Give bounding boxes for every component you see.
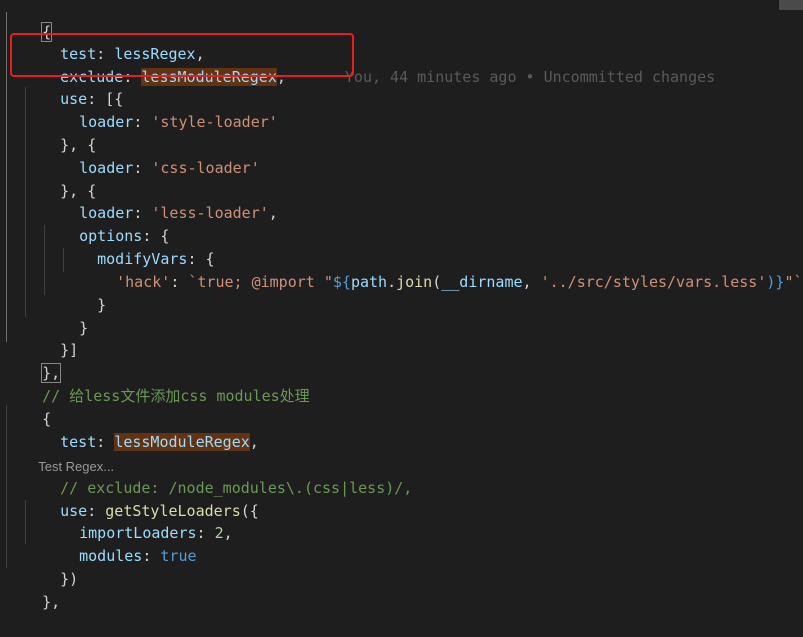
string-value: 'style-loader' xyxy=(151,113,278,131)
code-line[interactable]: loader: 'style-loader' xyxy=(43,88,278,131)
code-line[interactable]: modifyVars: { xyxy=(61,225,214,268)
string-key: 'hack' xyxy=(116,273,171,291)
bracket: } xyxy=(79,319,89,337)
property-key: modules xyxy=(79,547,143,565)
code-line[interactable]: }) xyxy=(24,545,78,588)
template-string: `true; @import " xyxy=(188,273,333,291)
code-line[interactable]: } xyxy=(43,294,88,337)
code-line[interactable]: // exclude: /node_modules\.(css|less)/, xyxy=(24,454,412,497)
code-line[interactable]: 'hack': `true; @import "${path.join(__di… xyxy=(80,248,802,291)
function-name: join xyxy=(396,273,433,291)
identifier: __dirname xyxy=(441,273,523,291)
code-line[interactable]: modules: true xyxy=(43,522,196,565)
bracket: }, xyxy=(42,593,61,611)
bracket: }) xyxy=(60,570,79,588)
code-line[interactable]: loader: 'css-loader' xyxy=(43,134,260,177)
codelens-test-regex[interactable]: Test Regex... xyxy=(24,432,114,474)
code-line[interactable]: }, xyxy=(6,568,60,611)
code-line[interactable]: }, xyxy=(6,339,62,383)
code-line[interactable]: test: lessModuleRegex, xyxy=(24,408,259,451)
code-editor[interactable]: { test: lessRegex, exclude: lessModuleRe… xyxy=(0,0,803,611)
identifier: path xyxy=(350,273,388,291)
template-interpolation: )} xyxy=(766,273,785,291)
code-line[interactable]: { xyxy=(6,385,51,428)
template-interpolation: ${ xyxy=(332,273,351,291)
code-line[interactable]: }, { xyxy=(24,157,96,200)
code-line[interactable]: importLoaders: 2, xyxy=(43,499,233,542)
code-line[interactable]: { xyxy=(6,0,53,42)
code-line[interactable]: } xyxy=(61,271,106,314)
scrollbar-thumb[interactable] xyxy=(779,0,803,10)
annotation-highlight-box xyxy=(10,33,354,77)
string-value: '../src/styles/vars.less' xyxy=(540,273,767,291)
boolean-value: true xyxy=(160,547,197,565)
string-value: 'css-loader' xyxy=(151,159,260,177)
code-line[interactable]: loader: 'less-loader', xyxy=(43,179,278,222)
code-comment: // 给less文件添加css modules处理 xyxy=(42,387,310,405)
number-value: 2 xyxy=(214,524,224,542)
code-line[interactable]: }] xyxy=(24,316,78,359)
bracket: } xyxy=(97,296,107,314)
code-line[interactable]: use: getStyleLoaders({ xyxy=(24,477,259,520)
code-line[interactable]: }, { xyxy=(24,111,96,154)
highlighted-identifier: lessModuleRegex xyxy=(114,433,250,451)
template-string: "` xyxy=(784,273,803,291)
bracket: }] xyxy=(60,341,79,359)
code-line[interactable]: // 给less文件添加css modules处理 xyxy=(6,362,310,405)
code-line[interactable]: options: { xyxy=(43,202,169,245)
